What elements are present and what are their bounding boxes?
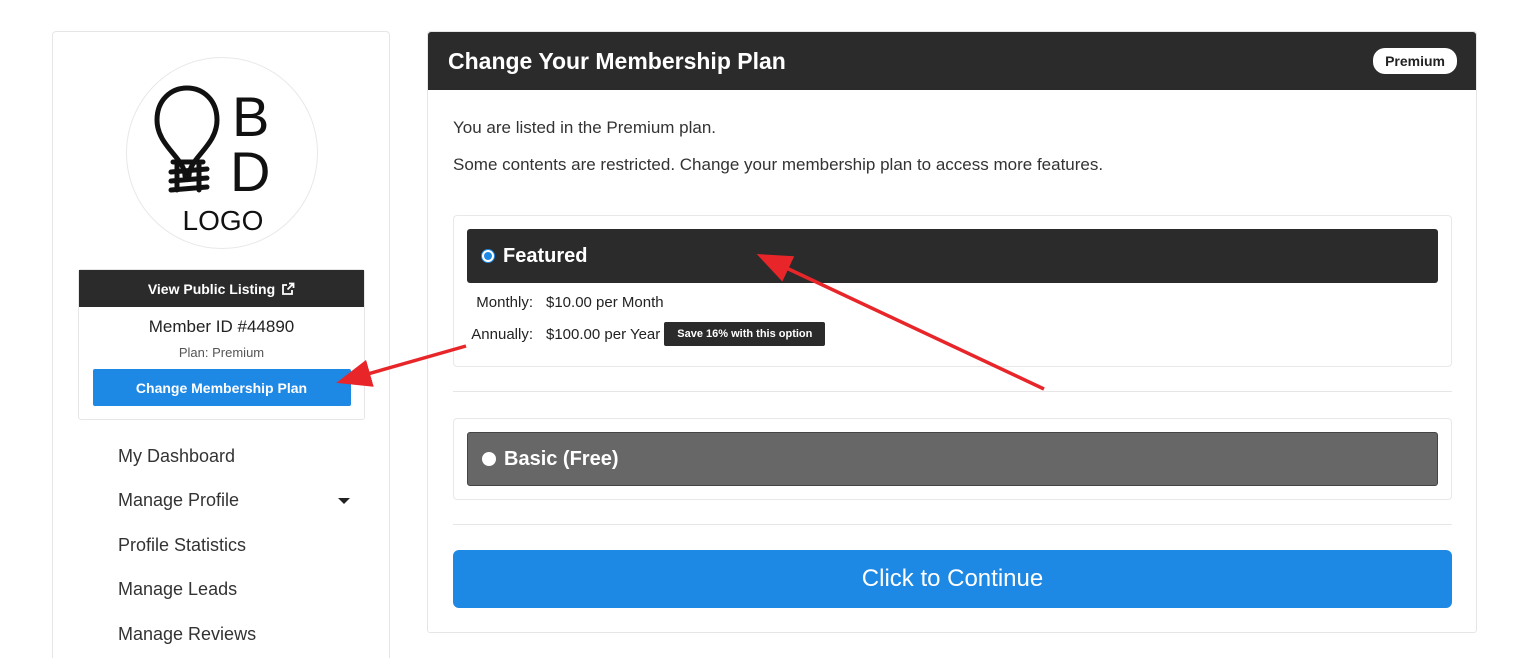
annual-label: Annually: xyxy=(471,325,533,343)
plan-featured-header[interactable]: Featured xyxy=(467,229,1438,283)
lightbulb-icon xyxy=(154,85,220,193)
sidebar-item-label: Profile Statistics xyxy=(118,534,247,555)
plan-basic-radio[interactable] xyxy=(482,452,496,466)
listed-plan-text: You are listed in the Premium plan. xyxy=(453,118,717,137)
membership-panel: Change Your Membership Plan Premium You … xyxy=(427,31,1477,633)
plan-option-basic: Basic (Free) xyxy=(453,418,1452,500)
external-link-icon xyxy=(282,282,295,295)
logo-caption: LOGO xyxy=(183,205,264,236)
plan-basic-name: Basic (Free) xyxy=(504,447,619,470)
sidebar-item-manage-profile[interactable]: Manage Profile xyxy=(118,479,358,524)
sidebar-item-manage-leads[interactable]: Manage Leads xyxy=(118,568,358,613)
panel-header: Change Your Membership Plan Premium xyxy=(428,32,1476,90)
sidebar: B D LOGO View Public Listing Member ID #… xyxy=(52,31,390,658)
continue-button[interactable]: Click to Continue xyxy=(453,550,1452,608)
company-logo: B D LOGO xyxy=(126,57,318,249)
view-listing-label: View Public Listing xyxy=(147,280,276,297)
sidebar-item-label: Manage Reviews xyxy=(118,623,257,644)
page: B D LOGO View Public Listing Member ID #… xyxy=(0,0,1540,658)
annual-price: $100.00 per Year xyxy=(546,325,661,343)
sidebar-item-manage-reviews[interactable]: Manage Reviews xyxy=(118,612,358,657)
monthly-label: Monthly: xyxy=(476,294,533,311)
plan-featured-name: Featured xyxy=(503,244,588,267)
sidebar-item-label: Manage Profile xyxy=(118,490,240,511)
monthly-price-row: Monthly: $10.00 per Month xyxy=(454,294,664,311)
page-title: Change Your Membership Plan xyxy=(448,47,786,74)
member-id: Member ID #44890 xyxy=(148,317,295,336)
member-card: View Public Listing Member ID #44890 Pla… xyxy=(78,269,365,420)
divider xyxy=(453,391,1452,392)
view-public-listing-button[interactable]: View Public Listing xyxy=(79,270,364,307)
sidebar-item-label: My Dashboard xyxy=(118,445,236,466)
monthly-price: $10.00 per Month xyxy=(546,294,664,311)
change-membership-plan-button[interactable]: Change Membership Plan xyxy=(92,369,351,406)
savings-badge: Save 16% with this option xyxy=(664,322,826,346)
logo-letter-d: D xyxy=(230,140,270,203)
sidebar-nav: My Dashboard Manage Profile Profile Stat… xyxy=(118,434,358,657)
caret-down-icon[interactable] xyxy=(338,497,350,504)
sidebar-item-dashboard[interactable]: My Dashboard xyxy=(118,434,358,479)
restricted-notice: Some contents are restricted. Change you… xyxy=(453,155,1104,174)
annual-price-row: Annually: $100.00 per Year Save 16% with… xyxy=(454,322,826,346)
sidebar-item-profile-statistics[interactable]: Profile Statistics xyxy=(118,523,358,568)
current-plan-label: Plan: Premium xyxy=(178,345,265,360)
logo-letter-b: B xyxy=(232,85,269,148)
divider xyxy=(453,524,1452,525)
plan-featured-radio[interactable] xyxy=(481,249,495,263)
plan-basic-header[interactable]: Basic (Free) xyxy=(467,432,1438,486)
plan-badge: Premium xyxy=(1373,48,1457,74)
sidebar-item-label: Manage Leads xyxy=(118,579,238,600)
plan-option-featured: Featured Monthly: $10.00 per Month Annua… xyxy=(453,215,1452,367)
